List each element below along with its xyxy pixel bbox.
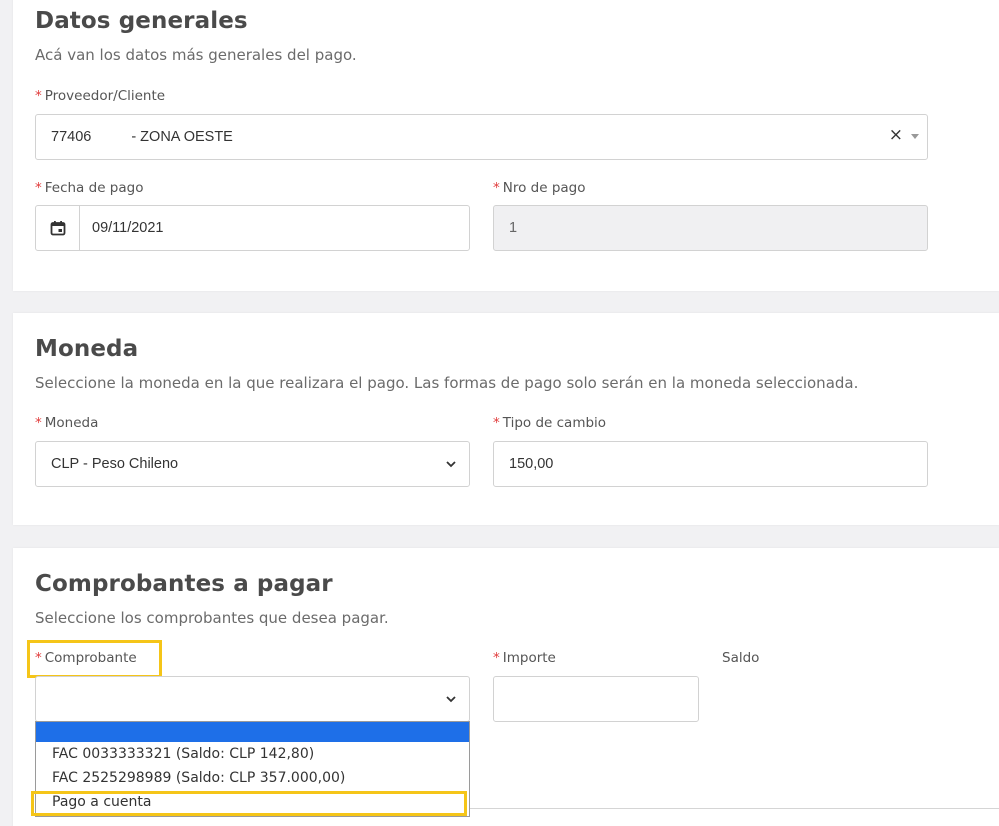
comprobante-label-highlight [27, 640, 162, 678]
pago-a-cuenta-highlight [31, 791, 467, 816]
fecha-label: * Fecha de pago [35, 180, 144, 196]
moneda-label: * Moneda [35, 415, 99, 431]
required-mark: * [35, 88, 42, 104]
comprobantes-title: Comprobantes a pagar [35, 571, 333, 597]
chevron-down-icon [446, 696, 456, 703]
moneda-title: Moneda [35, 336, 139, 362]
dropdown-option-fac-2525298989[interactable]: FAC 2525298989 (Saldo: CLP 357.000,00) [36, 766, 469, 790]
caret-down-icon[interactable] [911, 134, 919, 139]
datos-generales-subtitle: Acá van los datos más generales del pago… [35, 46, 357, 64]
importe-label: * Importe [493, 650, 556, 666]
chevron-down-icon [446, 461, 456, 468]
datos-generales-title: Datos generales [35, 8, 248, 34]
tipo-cambio-value: 150,00 [509, 456, 554, 472]
tipo-cambio-label: * Tipo de cambio [493, 415, 607, 431]
divider [460, 808, 999, 809]
saldo-label: Saldo [722, 650, 760, 666]
moneda-value: CLP - Peso Chileno [51, 456, 179, 472]
moneda-select[interactable]: CLP - Peso Chileno [35, 441, 470, 487]
proveedor-code: 77406 [51, 129, 92, 145]
importe-input[interactable] [493, 676, 699, 722]
fecha-input[interactable]: 09/11/2021 [35, 205, 470, 251]
proveedor-select[interactable]: 77406 - ZONA OESTE × [35, 114, 928, 160]
fecha-value: 09/11/2021 [92, 220, 164, 236]
nro-input: 1 [493, 205, 928, 251]
moneda-subtitle: Seleccione la moneda en la que realizara… [35, 374, 859, 392]
nro-label: * Nro de pago [493, 180, 586, 196]
proveedor-label: * Proveedor/Cliente [35, 88, 166, 104]
dropdown-option-fac-0033333321[interactable]: FAC 0033333321 (Saldo: CLP 142,80) [36, 742, 469, 766]
dropdown-option-empty[interactable] [36, 722, 469, 742]
calendar-icon[interactable] [36, 206, 80, 250]
tipo-cambio-input[interactable]: 150,00 [493, 441, 928, 487]
comprobante-select[interactable] [35, 676, 470, 722]
proveedor-name: - ZONA OESTE [131, 129, 233, 145]
nro-value: 1 [509, 220, 518, 236]
clear-icon[interactable]: × [889, 125, 903, 145]
comprobantes-subtitle: Seleccione los comprobantes que desea pa… [35, 609, 389, 627]
